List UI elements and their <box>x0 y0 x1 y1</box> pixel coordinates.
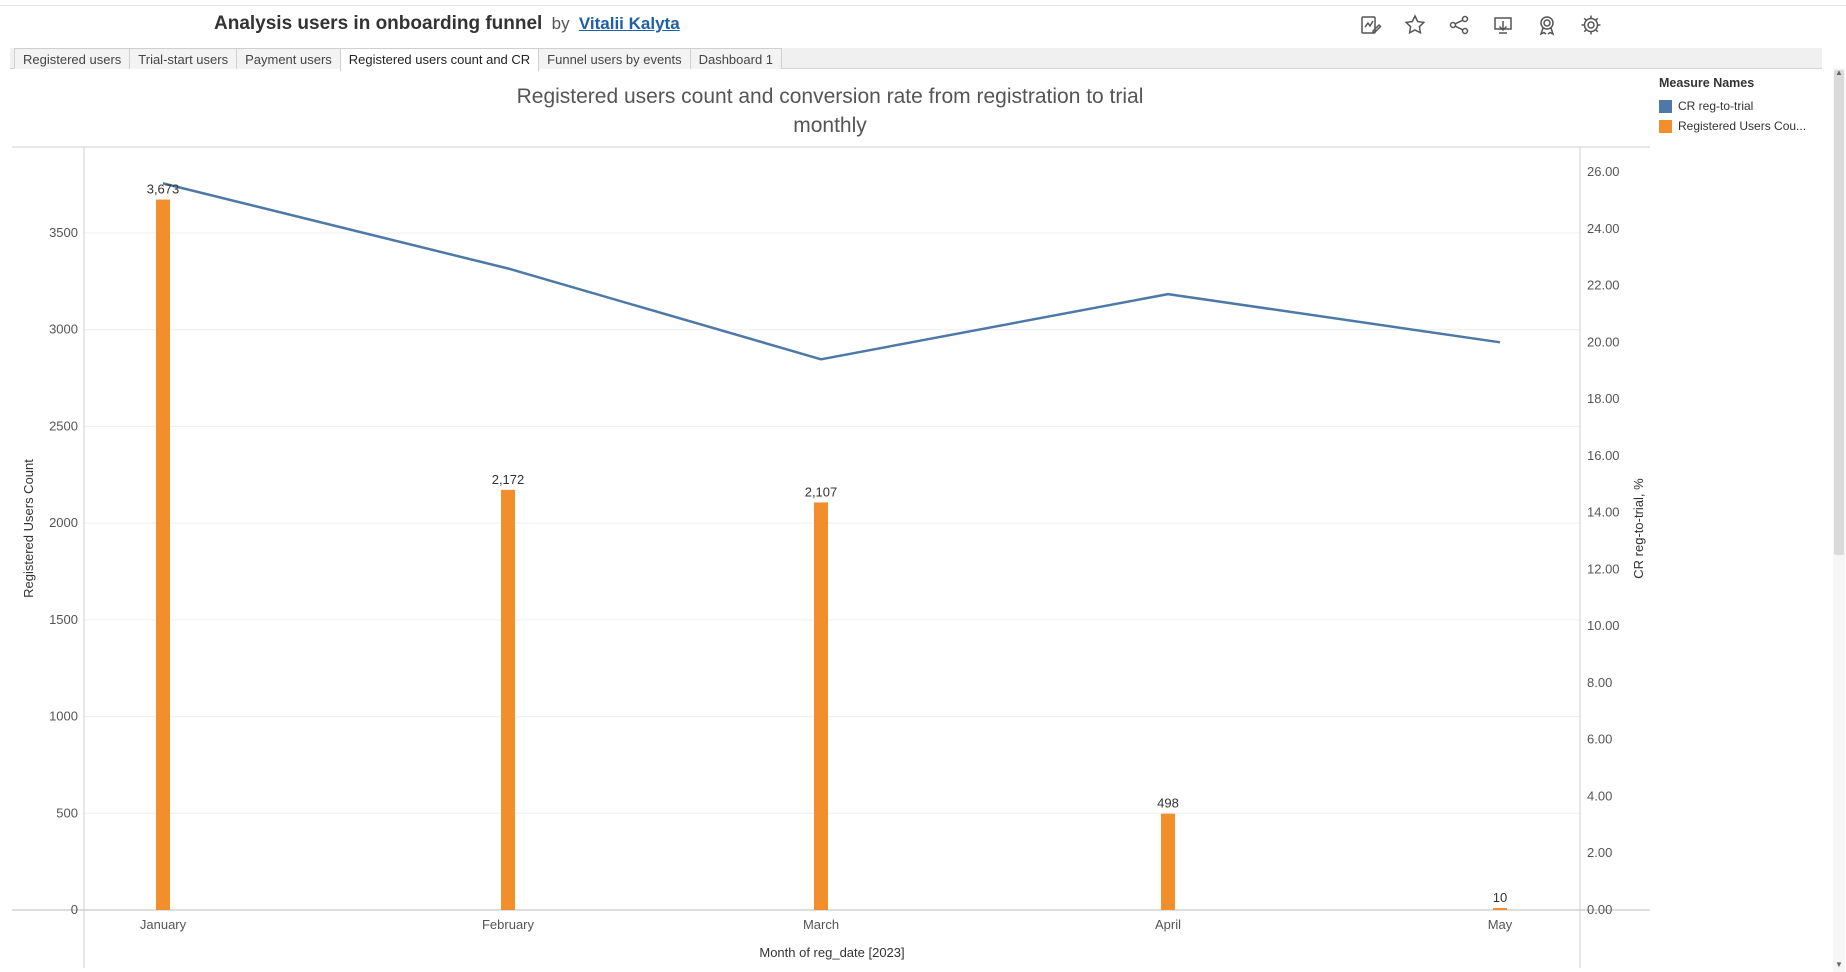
combo-chart: 3,673 2,172 2,107 498 10 0 500 1000 1500 2000 250… <box>12 146 1650 968</box>
y-tick-label: 2500 <box>49 418 78 433</box>
line-series <box>162 182 1501 361</box>
y2-axis-title: CR reg-to-trial, % <box>1631 478 1646 579</box>
y2-tick-label: 12.00 <box>1587 561 1620 576</box>
bar <box>156 199 170 910</box>
bar-data-label: 10 <box>1493 890 1507 905</box>
chart-frame <box>12 146 1650 968</box>
bar <box>501 489 515 910</box>
y-tick-label: 500 <box>56 805 78 820</box>
y2-tick-label: 16.00 <box>1587 448 1620 463</box>
scroll-down-icon[interactable]: ▼ <box>1834 960 1844 970</box>
cr-line <box>162 182 1501 361</box>
x-axis-title: Month of reg_date [2023] <box>759 945 904 960</box>
bar-data-label: 3,673 <box>147 182 180 197</box>
bar <box>1161 813 1175 910</box>
y2-tick-label: 8.00 <box>1587 675 1612 690</box>
y-tick-label: 0 <box>71 902 78 917</box>
bar-data-label: 2,107 <box>805 484 838 499</box>
y2-tick-label: 14.00 <box>1587 505 1620 520</box>
y2-tick-label: 0.00 <box>1587 902 1612 917</box>
y-tick-label: 3500 <box>49 225 78 240</box>
x-tick-label: April <box>1155 917 1181 932</box>
y2-tick-label: 10.00 <box>1587 618 1620 633</box>
bar-data-label: 2,172 <box>492 472 525 487</box>
x-tick-label: January <box>140 917 187 932</box>
y2-tick-label: 2.00 <box>1587 845 1612 860</box>
scroll-up-icon[interactable]: ▲ <box>1834 68 1844 78</box>
y2-tick-label: 4.00 <box>1587 788 1612 803</box>
y2-tick-label: 26.00 <box>1587 164 1620 179</box>
bar <box>1493 908 1507 910</box>
y-axis-title: Registered Users Count <box>21 459 36 598</box>
bar <box>814 502 828 910</box>
y2-tick-label: 22.00 <box>1587 278 1620 293</box>
y2-tick-label: 6.00 <box>1587 732 1612 747</box>
y2-tick-label: 20.00 <box>1587 334 1620 349</box>
y-tick-label: 2000 <box>49 515 78 530</box>
scrollbar-thumb[interactable] <box>1834 70 1844 555</box>
gridlines <box>84 232 1580 814</box>
axes: 0 500 1000 1500 2000 2500 3000 3500 0.00 2.00 4.00… <box>21 164 1646 960</box>
y2-tick-label: 18.00 <box>1587 391 1620 406</box>
bar-data-label: 498 <box>1157 796 1179 811</box>
y2-tick-label: 24.00 <box>1587 221 1620 236</box>
y-tick-label: 1500 <box>49 612 78 627</box>
y-tick-label: 3000 <box>49 322 78 337</box>
x-tick-label: May <box>1488 917 1513 932</box>
y-tick-label: 1000 <box>49 709 78 724</box>
x-tick-label: March <box>803 917 839 932</box>
bar-series <box>156 199 1507 910</box>
x-tick-label: February <box>482 917 535 932</box>
